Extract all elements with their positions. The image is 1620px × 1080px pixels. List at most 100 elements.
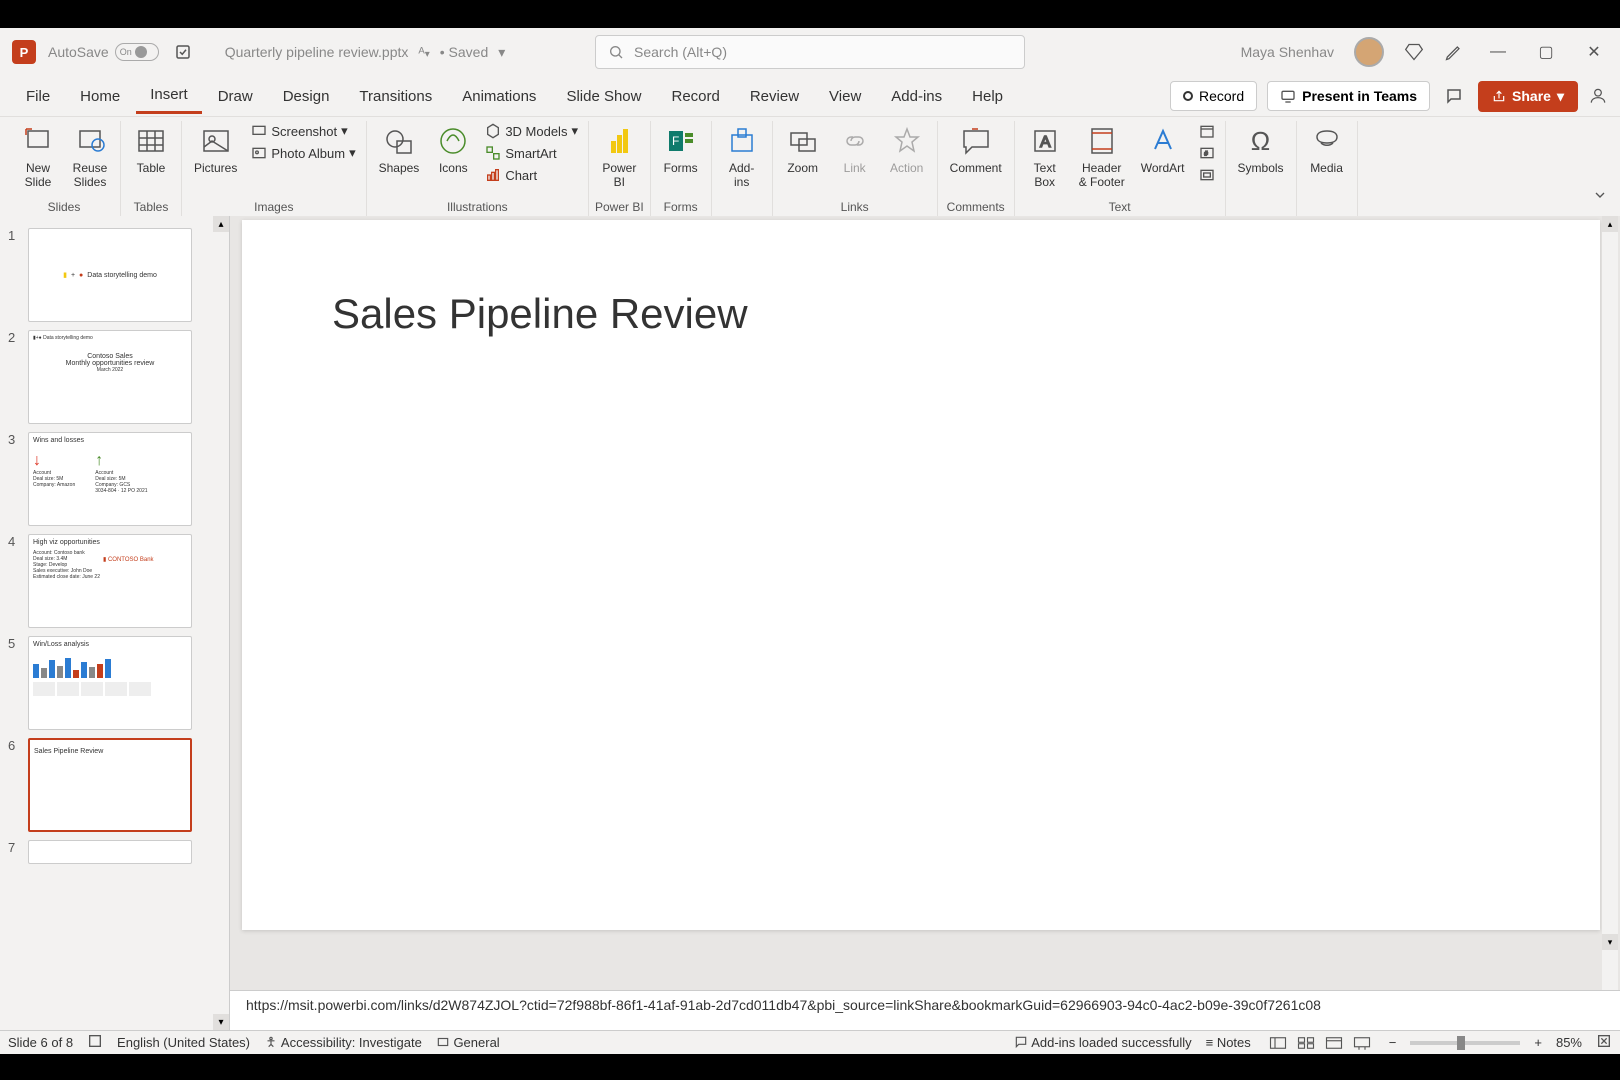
- media-button[interactable]: Media: [1303, 121, 1351, 177]
- sync-icon[interactable]: [173, 42, 193, 62]
- minimize-button[interactable]: —: [1484, 38, 1512, 66]
- zoom-in-button[interactable]: +: [1534, 1035, 1542, 1050]
- sorter-view-button[interactable]: [1293, 1033, 1319, 1053]
- fit-window-button[interactable]: [1596, 1033, 1612, 1052]
- notes-area[interactable]: https://msit.powerbi.com/links/d2W874ZJO…: [230, 990, 1620, 1030]
- tab-design[interactable]: Design: [269, 80, 344, 113]
- tab-home[interactable]: Home: [66, 80, 134, 113]
- tab-view[interactable]: View: [815, 80, 875, 113]
- pen-icon[interactable]: [1444, 42, 1464, 62]
- people-icon[interactable]: [1588, 86, 1608, 106]
- symbols-button[interactable]: ΩSymbols: [1232, 121, 1290, 177]
- reuse-slides-button[interactable]: Reuse Slides: [66, 121, 114, 192]
- group-slides: New Slide Reuse Slides Slides: [8, 121, 121, 216]
- zoom-level[interactable]: 85%: [1556, 1035, 1582, 1050]
- object-button[interactable]: [1195, 165, 1219, 185]
- shapes-button[interactable]: Shapes: [373, 121, 426, 177]
- zoom-slider[interactable]: [1410, 1041, 1520, 1045]
- tab-help[interactable]: Help: [958, 80, 1017, 113]
- tab-animations[interactable]: Animations: [448, 80, 550, 113]
- group-images: Pictures Screenshot ▾ Photo Album ▾ Imag…: [182, 121, 367, 216]
- chart-button[interactable]: Chart: [481, 165, 582, 185]
- filename-dropdown[interactable]: ▾: [498, 44, 505, 61]
- status-bar: Slide 6 of 8 English (United States) Acc…: [0, 1030, 1620, 1054]
- thumbnail-4[interactable]: 4High viz opportunitiesAccount: Contoso …: [0, 530, 229, 632]
- thumbnail-7[interactable]: 7: [0, 836, 229, 868]
- new-slide-button[interactable]: New Slide: [14, 121, 62, 192]
- tab-file[interactable]: File: [12, 80, 64, 113]
- avatar[interactable]: [1354, 37, 1384, 67]
- tab-transitions[interactable]: Transitions: [345, 80, 446, 113]
- addins-status[interactable]: Add-ins loaded successfully: [1014, 1035, 1191, 1050]
- comments-pane-button[interactable]: [1440, 82, 1468, 110]
- smartart-button[interactable]: SmartArt: [481, 143, 582, 163]
- table-button[interactable]: Table: [127, 121, 175, 177]
- tab-slideshow[interactable]: Slide Show: [552, 80, 655, 113]
- collapse-ribbon-button[interactable]: [1592, 187, 1608, 208]
- slide-canvas[interactable]: Sales Pipeline Review: [242, 220, 1600, 930]
- powerbi-button[interactable]: Power BI: [595, 121, 643, 192]
- group-links: Zoom Link Action Links: [773, 121, 938, 216]
- link-button[interactable]: Link: [831, 121, 879, 177]
- maximize-button[interactable]: ▢: [1532, 38, 1560, 66]
- filename: Quarterly pipeline review.pptx: [225, 44, 409, 60]
- comment-button[interactable]: Comment: [944, 121, 1008, 177]
- accessibility-status[interactable]: Accessibility: Investigate: [264, 1035, 422, 1050]
- general-status[interactable]: General: [436, 1035, 500, 1050]
- canvas-scroll[interactable]: Sales Pipeline Review ▴ ▾: [230, 216, 1620, 990]
- header-footer-button[interactable]: Header & Footer: [1073, 121, 1131, 192]
- close-button[interactable]: ✕: [1580, 38, 1608, 66]
- photo-album-button[interactable]: Photo Album ▾: [247, 143, 359, 163]
- user-name: Maya Shenhav: [1241, 44, 1334, 60]
- addins-button[interactable]: Add- ins: [718, 121, 766, 192]
- slide-count[interactable]: Slide 6 of 8: [8, 1035, 73, 1050]
- autosave-toggle[interactable]: On: [115, 43, 159, 61]
- group-tables: Table Tables: [121, 121, 182, 216]
- group-symbols: ΩSymbols: [1226, 121, 1297, 216]
- thumb-scroll-up[interactable]: ▴: [213, 216, 229, 232]
- scroll-up-button[interactable]: ▴: [1602, 216, 1618, 232]
- slide-number-button[interactable]: #: [1195, 143, 1219, 163]
- present-teams-button[interactable]: Present in Teams: [1267, 81, 1430, 111]
- tab-record[interactable]: Record: [657, 80, 733, 113]
- share-button[interactable]: Share▾: [1478, 81, 1578, 112]
- language-status[interactable]: English (United States): [117, 1035, 250, 1050]
- record-button[interactable]: Record: [1170, 81, 1257, 111]
- thumbnail-panel[interactable]: ▴ 1▮+●Data storytelling demo 2▮+● Data s…: [0, 216, 230, 1030]
- 3d-models-button[interactable]: 3D Models ▾: [481, 121, 582, 141]
- pictures-button[interactable]: Pictures: [188, 121, 243, 177]
- thumb-scroll-down[interactable]: ▾: [213, 1014, 229, 1030]
- spell-check-icon[interactable]: [87, 1033, 103, 1052]
- date-time-button[interactable]: [1195, 121, 1219, 141]
- thumbnail-3[interactable]: 3Wins and losses↓AccountDeal size: 5MCom…: [0, 428, 229, 530]
- tab-addins[interactable]: Add-ins: [877, 80, 956, 113]
- diamond-icon[interactable]: [1404, 42, 1424, 62]
- tab-insert[interactable]: Insert: [136, 78, 202, 114]
- reading-view-button[interactable]: [1321, 1033, 1347, 1053]
- thumbnail-6[interactable]: 6Sales Pipeline Review: [0, 734, 229, 836]
- zoom-out-button[interactable]: −: [1389, 1035, 1397, 1050]
- slide-title[interactable]: Sales Pipeline Review: [332, 290, 1510, 338]
- zoom-button[interactable]: Zoom: [779, 121, 827, 177]
- thumbnail-1[interactable]: 1▮+●Data storytelling demo: [0, 224, 229, 326]
- search-input[interactable]: Search (Alt+Q): [595, 35, 1025, 69]
- icons-button[interactable]: Icons: [429, 121, 477, 177]
- vertical-scrollbar[interactable]: ▴ ▾: [1602, 216, 1618, 990]
- thumbnail-2[interactable]: 2▮+● Data storytelling demoContoso Sales…: [0, 326, 229, 428]
- notes-toggle[interactable]: ≡ Notes: [1206, 1035, 1251, 1050]
- search-icon: [608, 44, 624, 60]
- action-button[interactable]: Action: [883, 121, 931, 177]
- normal-view-button[interactable]: [1265, 1033, 1291, 1053]
- zoom-handle[interactable]: [1457, 1036, 1465, 1050]
- tab-review[interactable]: Review: [736, 80, 813, 113]
- wordart-button[interactable]: WordArt: [1135, 121, 1191, 177]
- textbox-button[interactable]: AText Box: [1021, 121, 1069, 192]
- tab-draw[interactable]: Draw: [204, 80, 267, 113]
- screenshot-button[interactable]: Screenshot ▾: [247, 121, 359, 141]
- scroll-down-button[interactable]: ▾: [1602, 934, 1618, 950]
- group-text: AText Box Header & Footer WordArt # Text: [1015, 121, 1226, 216]
- forms-button[interactable]: FForms: [657, 121, 705, 177]
- group-powerbi: Power BI Power BI: [589, 121, 651, 216]
- thumbnail-5[interactable]: 5Win/Loss analysis: [0, 632, 229, 734]
- slideshow-view-button[interactable]: [1349, 1033, 1375, 1053]
